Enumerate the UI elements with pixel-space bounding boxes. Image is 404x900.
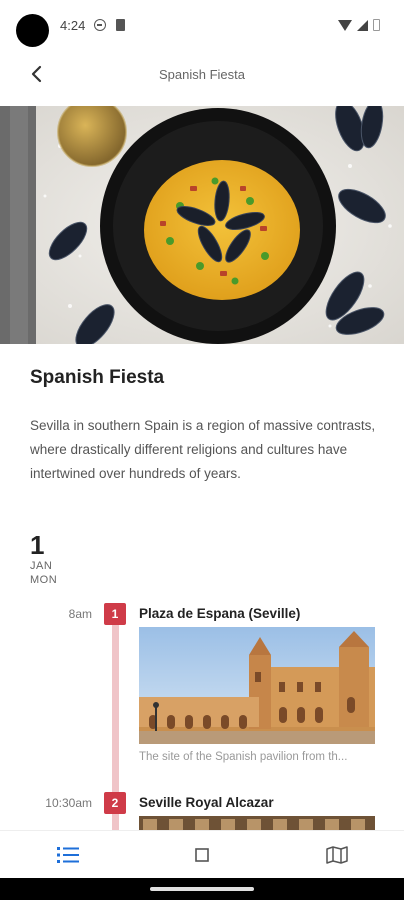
nav-itinerary[interactable] bbox=[56, 843, 80, 867]
stop-index-badge: 2 bbox=[104, 792, 126, 814]
stop-time: 10:30am bbox=[45, 796, 92, 810]
square-icon bbox=[195, 848, 209, 862]
stop-image-plaza-de-espana[interactable] bbox=[139, 627, 375, 744]
day-month: JAN bbox=[30, 560, 53, 572]
home-gesture-handle[interactable] bbox=[150, 887, 254, 891]
battery-icon bbox=[373, 19, 380, 31]
day-weekday: MON bbox=[30, 574, 58, 586]
stop-title[interactable]: Plaza de Espana (Seville) bbox=[139, 606, 300, 621]
stop-time: 8am bbox=[68, 607, 92, 621]
app-bar-title: Spanish Fiesta bbox=[159, 67, 245, 82]
sd-card-icon bbox=[116, 19, 125, 31]
wifi-icon bbox=[338, 19, 352, 31]
stop-index-badge: 1 bbox=[104, 603, 126, 625]
signal-icon bbox=[357, 19, 368, 31]
do-not-disturb-icon bbox=[94, 19, 106, 31]
nav-map[interactable] bbox=[325, 843, 349, 867]
nav-overview[interactable] bbox=[190, 843, 214, 867]
stop-image-alcazar[interactable] bbox=[139, 816, 375, 830]
app-bar: Spanish Fiesta bbox=[0, 52, 404, 96]
camera-cutout bbox=[16, 14, 49, 47]
event-description: Sevilla in southern Spain is a region of… bbox=[30, 418, 376, 481]
status-bar: 4:24 bbox=[0, 0, 404, 48]
bottom-navigation bbox=[0, 830, 404, 878]
stop-title[interactable]: Seville Royal Alcazar bbox=[139, 795, 274, 810]
hero-image bbox=[0, 106, 404, 344]
list-icon bbox=[57, 847, 79, 863]
system-gesture-bar bbox=[0, 878, 404, 900]
status-time: 4:24 bbox=[60, 18, 86, 33]
map-icon bbox=[326, 846, 348, 864]
day-number: 1 bbox=[30, 530, 45, 560]
event-title: Spanish Fiesta bbox=[30, 367, 165, 388]
status-icons bbox=[338, 19, 380, 31]
stop-caption: The site of the Spanish pavilion from th… bbox=[139, 751, 348, 763]
